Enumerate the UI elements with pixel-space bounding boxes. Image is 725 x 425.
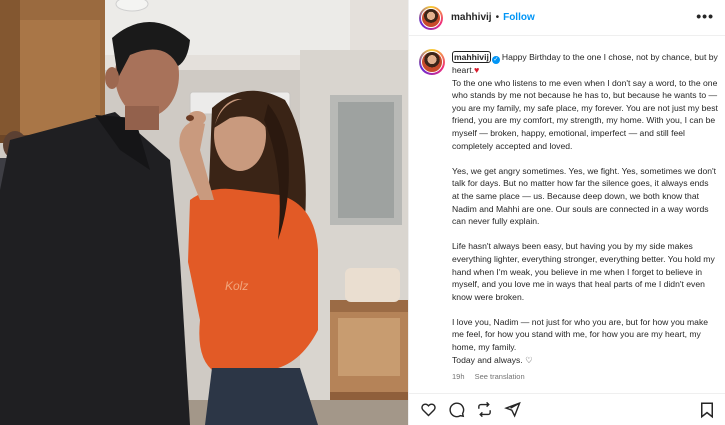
repost-icon[interactable] <box>475 401 493 419</box>
caption-first-paragraph: mahhivij ✓ Happy Birthday to the one I cho… <box>452 51 718 152</box>
caption-paragraph-3: Life hasn't always been easy, but having… <box>452 241 715 302</box>
comment-icon[interactable] <box>447 401 465 419</box>
author-username[interactable]: mahhivij <box>451 12 492 23</box>
post-header: mahhivij • Follow ••• <box>409 0 725 36</box>
post-side-panel: mahhivij • Follow ••• mahhivij ✓ Happy Bir… <box>408 0 725 425</box>
caption-meta: 19h See translation <box>452 371 718 384</box>
share-icon[interactable] <box>503 401 521 419</box>
caption-avatar[interactable] <box>419 49 445 75</box>
follow-button[interactable]: Follow <box>503 12 535 23</box>
white-heart-emoji: ♡ <box>525 354 533 365</box>
post-caption: mahhivij ✓ Happy Birthday to the one I cho… <box>452 51 718 383</box>
caption-first-line: Happy Birthday to the one I chose, not b… <box>452 52 718 75</box>
header-separator: • <box>495 12 500 23</box>
caption-closing: Today and always. <box>452 354 523 365</box>
save-icon[interactable] <box>698 401 716 419</box>
post-photo-image: Kolz <box>0 0 408 425</box>
caption-area[interactable]: mahhivij ✓ Happy Birthday to the one I cho… <box>409 37 725 393</box>
post-photo[interactable]: Kolz <box>0 0 408 425</box>
caption-paragraph-1: To the one who listens to me even when I… <box>452 77 718 151</box>
red-heart-emoji: ♥ <box>473 65 480 75</box>
caption-username[interactable]: mahhivij <box>452 51 491 63</box>
svg-text:Kolz: Kolz <box>225 279 248 293</box>
caption-paragraph-2: Yes, we get angry sometimes. Yes, we fig… <box>452 165 717 227</box>
more-options-icon[interactable]: ••• <box>696 9 714 23</box>
heart-icon[interactable] <box>419 401 437 419</box>
author-avatar[interactable] <box>419 5 443 30</box>
caption-paragraph-4: I love you, Nadim — not just for who you… <box>452 316 709 353</box>
verified-badge-icon: ✓ <box>491 56 500 64</box>
post-timestamp[interactable]: 19h <box>452 372 465 381</box>
post-actions <box>409 393 725 425</box>
see-translation-link[interactable]: See translation <box>475 372 525 381</box>
caption-last-paragraph: I love you, Nadim — not just for who you… <box>452 316 718 366</box>
instagram-post: Kolz mahhivij • Follow ••• mahhivij ✓ Ha… <box>0 0 725 425</box>
